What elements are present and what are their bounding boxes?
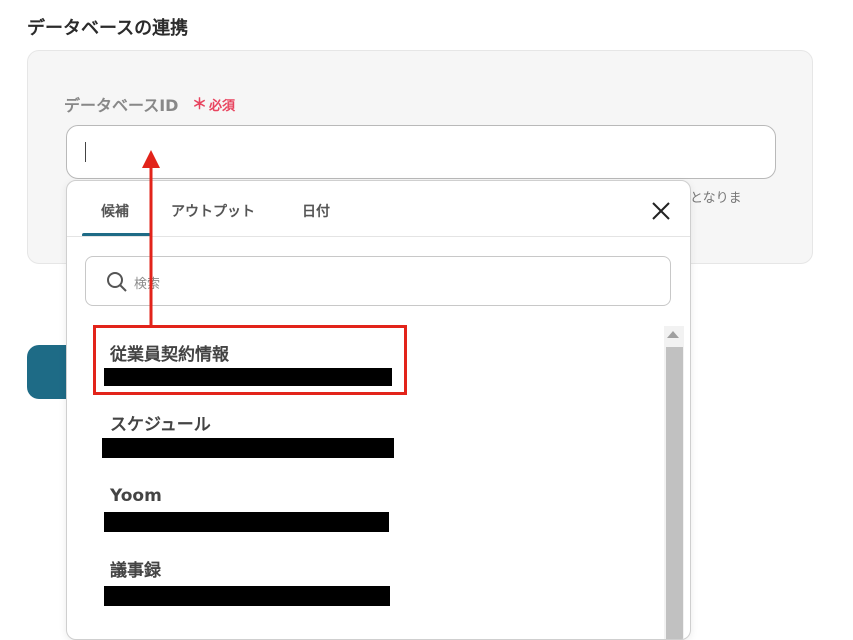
database-id-input[interactable] — [66, 125, 776, 179]
close-button[interactable] — [649, 199, 673, 223]
list-item[interactable]: 議事録 — [67, 546, 662, 616]
list-item[interactable]: スケジュール — [67, 401, 662, 471]
required-label: 必須 — [209, 99, 236, 114]
close-icon — [652, 202, 670, 220]
redacted-id — [102, 438, 394, 458]
redacted-id — [104, 512, 389, 532]
item-title: 議事録 — [110, 561, 161, 581]
search-icon — [107, 272, 127, 292]
suggestion-dropdown: 候補 アウトプット 日付 検索 従業員契約情報 スケジュール Yoom 議事録 — [66, 180, 691, 640]
tab-output[interactable]: アウトプット — [171, 201, 255, 221]
scroll-up-arrow-icon[interactable] — [667, 331, 679, 338]
redacted-id — [104, 586, 390, 606]
tab-candidates[interactable]: 候補 — [101, 201, 129, 221]
item-title: Yoom — [110, 486, 162, 506]
text-caret — [85, 142, 86, 162]
search-placeholder: 検索 — [134, 277, 161, 292]
item-title: スケジュール — [110, 415, 211, 435]
scrollbar-thumb[interactable] — [666, 347, 683, 639]
database-id-label: データベースID — [64, 96, 179, 115]
tabs-divider — [67, 236, 690, 237]
required-asterisk: ＊ — [192, 95, 208, 113]
highlight-box — [93, 325, 407, 395]
search-input[interactable]: 検索 — [85, 256, 671, 306]
section-title: データベースの連携 — [27, 18, 189, 39]
tab-date[interactable]: 日付 — [302, 201, 330, 221]
list-item[interactable]: Yoom — [67, 476, 662, 546]
